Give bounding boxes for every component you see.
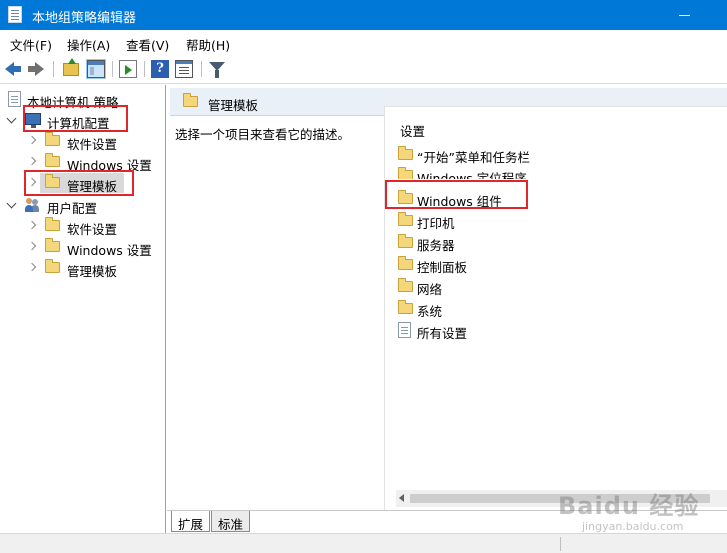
forward-arrow-icon[interactable] — [27, 60, 45, 78]
filter-icon[interactable] — [209, 62, 225, 78]
folder-icon — [45, 259, 60, 273]
list-item-label: “开始”菜单和任务栏 — [417, 150, 530, 165]
tree-item-label: Windows 设置 — [67, 158, 152, 173]
list-item-windows-components[interactable]: Windows 组件 — [397, 188, 597, 209]
users-icon — [25, 197, 41, 213]
window-title: 本地组策略编辑器 — [32, 11, 137, 26]
all-settings-icon — [398, 322, 411, 338]
list-item-label: Windows 组件 — [417, 194, 502, 209]
chevron-right-icon[interactable] — [29, 221, 37, 229]
tree-item-label: 本地计算机 策略 — [27, 95, 119, 110]
details-header-title: 管理模板 — [208, 98, 259, 113]
list-item-label: 服务器 — [417, 238, 455, 253]
list-item-label: 网络 — [417, 282, 443, 297]
computer-icon — [25, 113, 41, 128]
folder-icon — [398, 167, 413, 179]
tree-item-label: 用户配置 — [47, 201, 98, 216]
toolbar-separator — [144, 61, 145, 77]
minimize-button[interactable] — [665, 0, 705, 30]
title-bar: 本地组策略编辑器 — [0, 0, 727, 30]
status-separator — [560, 537, 561, 551]
horizontal-scrollbar[interactable] — [396, 490, 727, 507]
tree-item-label: 软件设置 — [67, 222, 118, 237]
list-item-printers[interactable]: 打印机 — [397, 210, 597, 231]
tree-item-label: 计算机配置 — [47, 116, 110, 131]
description-text: 选择一个项目来查看它的描述。 — [175, 127, 351, 142]
tree-item-computer-config[interactable]: 计算机配置 — [0, 110, 160, 131]
folder-icon — [398, 300, 413, 314]
list-item-label: Windows 定位程序 — [417, 171, 527, 179]
list-item-label: 所有设置 — [417, 326, 468, 341]
list-item-system[interactable]: 系统 — [397, 298, 597, 319]
chevron-right-icon[interactable] — [29, 178, 37, 186]
chevron-right-icon[interactable] — [29, 136, 37, 144]
tree-item-user-software[interactable]: 软件设置 — [0, 216, 160, 237]
tree-item-label: 软件设置 — [67, 137, 118, 152]
toolbar-separator — [112, 61, 113, 77]
menu-help[interactable]: 帮助(H) — [186, 35, 230, 54]
list-item-all-settings[interactable]: 所有设置 — [397, 320, 597, 341]
folder-icon — [398, 234, 413, 248]
tree-item-root[interactable]: 本地计算机 策略 — [0, 89, 160, 110]
toolbar: ? — [0, 54, 727, 84]
list-item-label: 控制面板 — [417, 260, 468, 275]
tree-item-user-windows-settings[interactable]: Windows 设置 — [0, 237, 160, 258]
folder-icon — [45, 132, 60, 146]
toolbar-separator — [201, 61, 202, 77]
chevron-down-icon[interactable] — [8, 200, 16, 208]
list-item-start-menu[interactable]: “开始”菜单和任务栏 — [397, 144, 597, 165]
export-list-icon[interactable] — [119, 60, 137, 78]
folder-icon — [45, 174, 60, 188]
chevron-right-icon[interactable] — [29, 242, 37, 250]
menu-file[interactable]: 文件(F) — [10, 35, 52, 54]
menu-bar: 文件(F) 操作(A) 查看(V) 帮助(H) — [0, 30, 727, 54]
scroll-left-icon[interactable] — [399, 494, 404, 502]
tab-standard[interactable]: 标准 — [211, 511, 251, 532]
list-item-label: 系统 — [417, 304, 443, 319]
menu-action[interactable]: 操作(A) — [67, 35, 110, 54]
folder-icon — [398, 212, 413, 226]
tree-item-user-config[interactable]: 用户配置 — [0, 195, 160, 216]
show-hide-tree-icon[interactable] — [86, 59, 106, 79]
tree-item-label: 管理模板 — [67, 179, 118, 194]
tree-item-user-admin-templates[interactable]: 管理模板 — [0, 258, 160, 279]
menu-view[interactable]: 查看(V) — [126, 35, 169, 54]
scrollbar-thumb[interactable] — [410, 494, 710, 503]
tree-item-label: Windows 设置 — [67, 243, 152, 258]
folder-icon — [45, 153, 60, 167]
list-item-control-panel[interactable]: 控制面板 — [397, 254, 597, 275]
tree-item-computer-software[interactable]: 软件设置 — [0, 131, 160, 152]
column-header-settings[interactable]: 设置 — [400, 121, 425, 140]
folder-up-icon[interactable] — [63, 58, 79, 76]
list-item-network[interactable]: 网络 — [397, 276, 597, 297]
tree-item-computer-admin-templates[interactable]: 管理模板 — [40, 173, 124, 194]
chevron-right-icon[interactable] — [29, 157, 37, 165]
policy-editor-app-icon — [8, 6, 22, 23]
chevron-down-icon[interactable] — [8, 115, 16, 123]
toolbar-separator — [53, 61, 54, 77]
list-item-server[interactable]: 服务器 — [397, 232, 597, 253]
tree-item-computer-windows-settings[interactable]: Windows 设置 — [0, 152, 160, 173]
tree-item-label: 管理模板 — [67, 264, 118, 279]
folder-icon — [183, 93, 198, 107]
folder-icon — [45, 238, 60, 252]
folder-icon — [398, 278, 413, 292]
status-bar — [0, 533, 727, 553]
folder-icon — [398, 146, 413, 160]
folder-icon — [398, 190, 413, 204]
chevron-right-icon[interactable] — [29, 263, 37, 271]
folder-icon — [45, 217, 60, 231]
tab-extended[interactable]: 扩展 — [171, 511, 211, 532]
properties-icon[interactable] — [175, 60, 193, 78]
policy-document-icon — [8, 91, 21, 107]
folder-icon — [398, 256, 413, 270]
list-item-windows-location[interactable]: Windows 定位程序 — [397, 165, 597, 179]
back-arrow-icon[interactable] — [5, 60, 23, 78]
view-tabs: 扩展 标准 — [167, 510, 727, 532]
help-icon[interactable]: ? — [151, 60, 169, 78]
list-item-label: 打印机 — [417, 216, 455, 231]
